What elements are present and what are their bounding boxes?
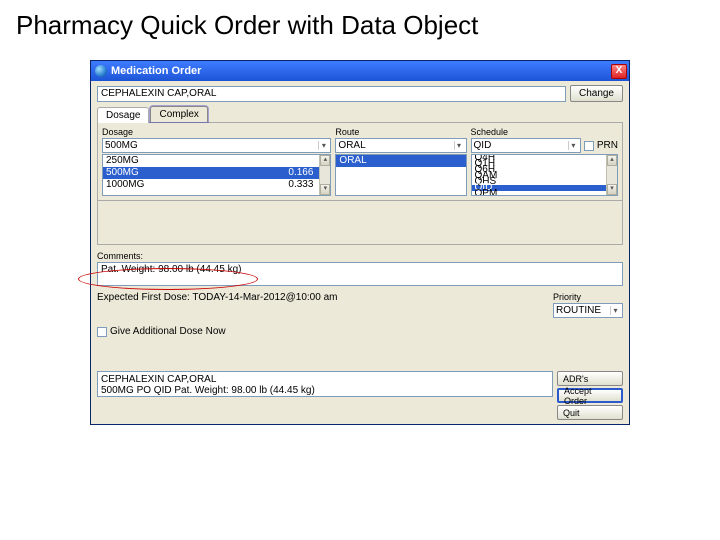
window-content: CEPHALEXIN CAP,ORAL Change Dosage Comple… xyxy=(91,81,629,424)
schedule-listbox[interactable]: Q4H Q1H Q6H QAM QHS QID QPM ▴ ▾ xyxy=(471,154,618,196)
order-summary: CEPHALEXIN CAP,ORAL 500MG PO QID Pat. We… xyxy=(97,371,553,397)
adrs-button[interactable]: ADR's xyxy=(557,371,623,386)
scroll-up-icon[interactable]: ▴ xyxy=(320,155,330,166)
give-additional-checkbox[interactable] xyxy=(97,327,107,337)
scrollbar[interactable]: ▴ ▾ xyxy=(319,155,330,195)
chevron-down-icon[interactable]: ▾ xyxy=(454,141,464,150)
give-additional-group: Give Additional Dose Now xyxy=(97,326,623,337)
summary-line1: CEPHALEXIN CAP,ORAL xyxy=(101,374,549,385)
medication-order-window: Medication Order X CEPHALEXIN CAP,ORAL C… xyxy=(90,60,630,425)
chevron-down-icon[interactable]: ▾ xyxy=(318,141,328,150)
scroll-down-icon[interactable]: ▾ xyxy=(320,184,330,195)
comments-text: Pat. Weight: 98.00 lb (44.45 kg) xyxy=(101,264,241,275)
give-additional-label: Give Additional Dose Now xyxy=(110,326,226,337)
close-icon[interactable]: X xyxy=(611,64,627,79)
prn-label: PRN xyxy=(597,140,618,151)
scroll-down-icon[interactable]: ▾ xyxy=(607,184,617,195)
slide-title: Pharmacy Quick Order with Data Object xyxy=(0,0,720,49)
prn-checkbox-group: PRN xyxy=(584,140,618,151)
scrollbar[interactable]: ▴ ▾ xyxy=(606,155,617,195)
comments-field[interactable]: Pat. Weight: 98.00 lb (44.45 kg) xyxy=(97,262,623,286)
change-button[interactable]: Change xyxy=(570,85,623,102)
chevron-down-icon[interactable]: ▾ xyxy=(568,141,578,150)
schedule-value: QID xyxy=(474,140,492,151)
quit-button[interactable]: Quit xyxy=(557,405,623,420)
dosage-listbox[interactable]: 250MG 500MG0.166 1000MG0.333 ▴ ▾ xyxy=(102,154,331,196)
list-item[interactable]: ORAL xyxy=(336,155,465,167)
titlebar: Medication Order X xyxy=(91,61,629,81)
route-value: ORAL xyxy=(338,140,365,151)
app-icon xyxy=(95,65,107,77)
dosage-field[interactable]: 500MG ▾ xyxy=(102,138,331,153)
tab-complex[interactable]: Complex xyxy=(150,106,207,122)
route-label: Route xyxy=(335,127,466,137)
dosage-value: 500MG xyxy=(105,140,138,151)
window-title: Medication Order xyxy=(111,65,201,77)
list-item[interactable]: 250MG xyxy=(103,155,330,167)
summary-row: CEPHALEXIN CAP,ORAL 500MG PO QID Pat. We… xyxy=(97,371,623,420)
summary-line2: 500MG PO QID Pat. Weight: 98.00 lb (44.4… xyxy=(101,385,549,396)
list-item[interactable]: 1000MG0.333 xyxy=(103,179,330,191)
chevron-down-icon[interactable]: ▾ xyxy=(610,306,620,315)
route-listbox[interactable]: ORAL xyxy=(335,154,466,196)
priority-label: Priority xyxy=(553,292,623,302)
comments-label: Comments: xyxy=(97,251,623,261)
route-field[interactable]: ORAL ▾ xyxy=(335,138,466,153)
list-item[interactable]: 500MG0.166 xyxy=(103,167,330,179)
priority-field[interactable]: ROUTINE ▾ xyxy=(553,303,623,318)
drug-name-field[interactable]: CEPHALEXIN CAP,ORAL xyxy=(97,86,566,102)
accept-order-button[interactable]: Accept Order xyxy=(557,388,623,403)
tab-dosage[interactable]: Dosage xyxy=(97,107,149,123)
schedule-label: Schedule xyxy=(471,127,618,137)
expected-first-dose: Expected First Dose: TODAY-14-Mar-2012@1… xyxy=(97,292,337,303)
priority-value: ROUTINE xyxy=(556,305,601,316)
panel-spacer xyxy=(97,201,623,245)
schedule-field[interactable]: QID ▾ xyxy=(471,138,581,153)
prn-checkbox[interactable] xyxy=(584,141,594,151)
list-item[interactable]: QPM xyxy=(472,191,617,196)
tab-strip: Dosage Complex xyxy=(97,106,623,122)
dosage-panel: Dosage 500MG ▾ 250MG 500MG0.166 1000MG0.… xyxy=(97,122,623,201)
dosage-label: Dosage xyxy=(102,127,331,137)
scroll-up-icon[interactable]: ▴ xyxy=(607,155,617,166)
